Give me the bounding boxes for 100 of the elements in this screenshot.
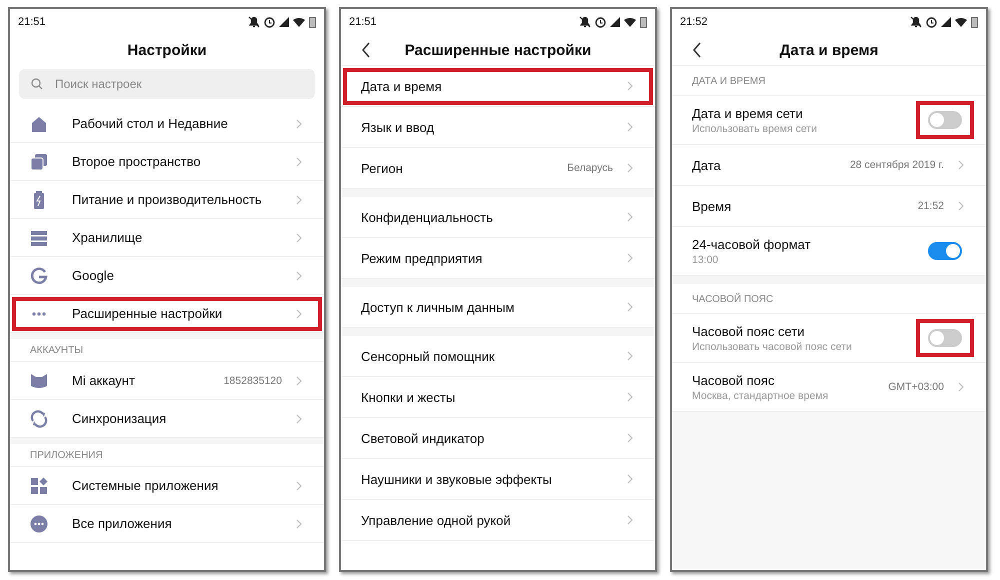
chevron-icon — [296, 376, 302, 386]
settings-item[interactable]: Световой индикатор — [341, 418, 655, 459]
item-label: Расширенные настройки — [72, 306, 224, 321]
chevron-icon — [296, 308, 302, 318]
item-label: Часовой пояс — [692, 372, 776, 388]
chevron-icon — [958, 201, 964, 211]
status-time: 21:52 — [680, 16, 708, 28]
chevron-icon — [627, 474, 633, 484]
item-label: Доступ к личным данным — [361, 300, 516, 314]
section-header: ПРИЛОЖЕНИЯ — [10, 444, 324, 467]
item-label: Google — [72, 268, 115, 283]
battery-icon — [309, 16, 316, 28]
screen-title: Расширенные настройки — [404, 42, 592, 58]
item-value: 28 сентября 2019 г. — [850, 159, 944, 171]
toggle-switch[interactable] — [928, 242, 962, 260]
item-label: Второе пространство — [72, 154, 202, 169]
chevron-icon — [627, 253, 633, 263]
search-icon — [31, 78, 43, 90]
item-label: Синхронизация — [72, 411, 168, 426]
chevron-icon — [627, 351, 633, 361]
chevron-icon — [627, 81, 633, 91]
settings-item[interactable]: Все приложения — [10, 505, 324, 543]
chevron-icon — [627, 212, 633, 222]
muted-bell-icon — [579, 16, 591, 28]
item-label: Световой индикатор — [361, 430, 486, 446]
settings-item[interactable]: Дата 28 сентября 2019 г. — [672, 145, 986, 186]
battery-icon — [971, 16, 978, 28]
item-label: Mi аккаунт — [72, 373, 136, 388]
chevron-icon — [958, 382, 964, 392]
settings-item[interactable]: Дата и время — [341, 66, 655, 107]
settings-item[interactable]: Наушники и звуковые эффекты — [341, 459, 655, 500]
settings-item[interactable]: Сенсорный помощник — [341, 336, 655, 377]
chevron-icon — [296, 232, 302, 242]
status-time: 21:51 — [349, 16, 377, 28]
dots-icon — [30, 312, 48, 316]
settings-item[interactable]: Расширенные настройки — [10, 295, 324, 333]
item-value: Беларусь — [567, 162, 613, 174]
settings-item[interactable]: Питание и производительность — [10, 181, 324, 219]
item-description: Использовать время сети — [692, 122, 818, 134]
chevron-icon — [296, 118, 302, 128]
settings-item[interactable]: Mi аккаунт 1852835120 — [10, 362, 324, 400]
item-label: Все приложения — [72, 516, 173, 531]
settings-item[interactable]: Конфиденциальность — [341, 197, 655, 238]
settings-item[interactable]: Управление одной рукой — [341, 500, 655, 541]
back-icon[interactable] — [692, 42, 702, 58]
cat-icon — [30, 372, 48, 390]
chevron-icon — [627, 392, 633, 402]
item-label: Дата и время сети — [692, 106, 804, 120]
toggle-switch[interactable] — [928, 111, 962, 129]
settings-item[interactable]: Второе пространство — [10, 143, 324, 181]
settings-item[interactable]: Системные приложения — [10, 467, 324, 505]
item-description: Использовать часовой пояс сети — [692, 340, 853, 352]
sync-icon — [30, 410, 48, 428]
item-label: Время — [692, 198, 732, 214]
chevron-icon — [627, 515, 633, 525]
item-label: Системные приложения — [72, 478, 220, 493]
chevron-icon — [296, 270, 302, 280]
search-field[interactable]: Поиск настроек — [19, 69, 315, 99]
back-icon[interactable] — [361, 42, 371, 58]
item-label: Язык и ввод — [361, 120, 436, 134]
item-label: Конфиденциальность — [361, 210, 494, 224]
item-value: 21:52 — [918, 200, 944, 212]
wifi-icon — [293, 18, 305, 26]
item-label: Управление одной рукой — [361, 512, 512, 528]
settings-item[interactable]: Дата и время сети Использовать время сети — [672, 96, 986, 145]
item-label: Дата и время — [361, 78, 443, 94]
settings-item[interactable]: Язык и ввод — [341, 107, 655, 148]
status-time: 21:51 — [18, 16, 46, 28]
wifi-icon — [624, 18, 636, 26]
settings-item[interactable]: Хранилище — [10, 219, 324, 257]
item-label: Режим предприятия — [361, 250, 484, 266]
circle-icon — [30, 514, 48, 532]
screen-title: Дата и время — [780, 42, 878, 58]
muted-bell-icon — [248, 16, 260, 28]
chevron-icon — [627, 302, 633, 312]
item-label: Хранилище — [72, 230, 144, 245]
settings-item[interactable]: Кнопки и жесты — [341, 377, 655, 418]
home-icon — [30, 114, 48, 132]
settings-item[interactable]: Время 21:52 — [672, 186, 986, 227]
settings-item[interactable]: Рабочий стол и Недавние — [10, 105, 324, 143]
toggle-switch[interactable] — [928, 329, 962, 347]
alarm-icon — [595, 16, 606, 28]
settings-item[interactable]: Часовой пояс Москва, стандартное время GMT+03:00 — [672, 363, 986, 412]
chevron-icon — [296, 194, 302, 204]
section-header: АККАУНТЫ — [10, 339, 324, 362]
grid-icon — [30, 476, 48, 494]
item-label: Питание и производительность — [72, 192, 263, 207]
item-description: 13:00 — [692, 254, 720, 266]
chevron-icon — [296, 414, 302, 424]
item-label: Кнопки и жесты — [361, 390, 456, 404]
section-header: ЧАСОВОЙ ПОЯС — [672, 284, 986, 314]
alarm-icon — [264, 16, 275, 28]
signal-icon — [279, 17, 289, 27]
settings-item[interactable]: Google — [10, 257, 324, 295]
g-icon — [30, 266, 48, 284]
item-label: Наушники и звуковые эффекты — [361, 472, 553, 486]
item-label: Рабочий стол и Недавние — [72, 116, 229, 131]
battery-icon — [640, 16, 647, 28]
settings-item[interactable]: Часовой пояс сети Использовать часовой пояс сети — [672, 314, 986, 363]
section-header: ДАТА И ВРЕМЯ — [672, 66, 986, 96]
